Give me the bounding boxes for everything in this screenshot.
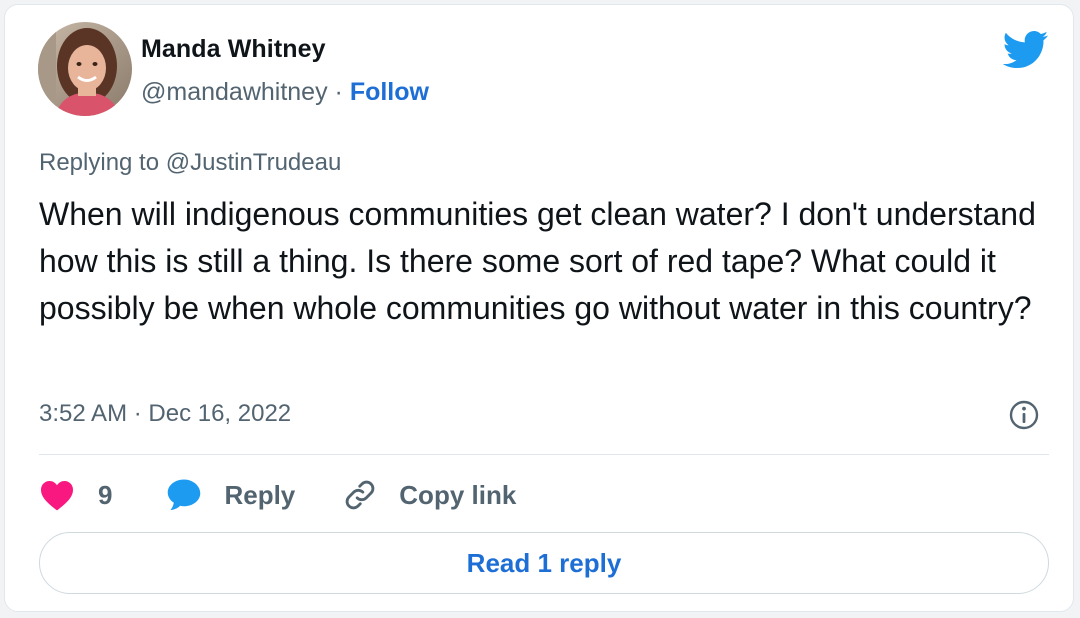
reply-label: Reply	[224, 479, 296, 510]
action-bar: 9 Reply Copy link	[39, 473, 516, 517]
read-replies-button[interactable]: Read 1 reply	[39, 532, 1049, 594]
follow-link[interactable]: Follow	[350, 78, 429, 106]
divider	[39, 454, 1049, 455]
twitter-bird-icon[interactable]	[1003, 31, 1049, 69]
avatar-image	[38, 22, 132, 116]
info-icon[interactable]	[1008, 399, 1040, 431]
replying-to: Replying to @JustinTrudeau	[39, 149, 341, 177]
avatar[interactable]	[38, 22, 132, 116]
link-icon	[346, 480, 375, 510]
heart-icon	[41, 481, 73, 511]
replying-mention[interactable]: @JustinTrudeau	[166, 149, 342, 176]
copy-link-button[interactable]: Copy link	[343, 478, 516, 512]
copy-link-label: Copy link	[399, 479, 517, 510]
tweet-card: Manda Whitney @mandawhitney · Follow Rep…	[4, 4, 1074, 612]
like-count: 9	[98, 479, 113, 510]
like-button[interactable]: 9	[39, 479, 112, 511]
tweet-text: When will indigenous communities get cle…	[39, 196, 1036, 326]
author-name[interactable]: Manda Whitney	[141, 35, 326, 64]
author-handle[interactable]: @mandawhitney	[141, 78, 328, 106]
replying-prefix: Replying to	[39, 149, 166, 176]
speech-bubble-icon	[168, 479, 201, 511]
reply-button[interactable]: Reply	[166, 478, 295, 512]
tweet-timestamp[interactable]: 3:52 AM · Dec 16, 2022	[39, 400, 291, 428]
handle-separator: ·	[327, 78, 350, 106]
author-handle-row: @mandawhitney · Follow	[141, 78, 429, 107]
